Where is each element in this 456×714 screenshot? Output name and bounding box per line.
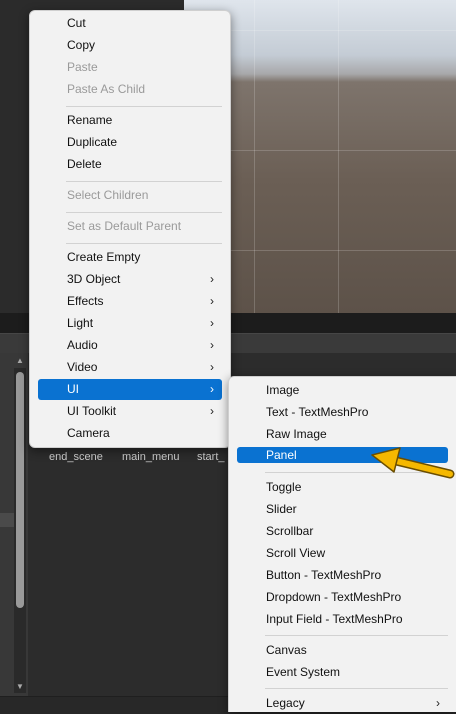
hierarchy-context-menu: Cut Copy Paste Paste As Child Rename Dup… xyxy=(29,10,231,448)
submenu-item-canvas[interactable]: Canvas xyxy=(237,640,448,661)
menu-item-3d-object[interactable]: 3D Object › xyxy=(38,269,222,290)
submenu-item-dropdown-textmeshpro[interactable]: Dropdown - TextMeshPro xyxy=(237,587,448,608)
menu-item-ui-toolkit[interactable]: UI Toolkit › xyxy=(38,401,222,422)
menu-item-label: Legacy xyxy=(266,696,305,710)
scrollbar-thumb[interactable] xyxy=(16,372,24,608)
chevron-right-icon: › xyxy=(210,404,214,418)
chevron-right-icon: › xyxy=(210,360,214,374)
menu-item-ui[interactable]: UI › xyxy=(38,379,222,400)
menu-item-video[interactable]: Video › xyxy=(38,357,222,378)
menu-separator xyxy=(66,243,222,244)
asset-label-main-menu[interactable]: main_menu xyxy=(122,451,179,463)
menu-separator xyxy=(265,688,448,689)
ui-submenu: Image Text - TextMeshPro Raw Image Panel… xyxy=(228,376,456,712)
chevron-right-icon: › xyxy=(210,338,214,352)
chevron-right-icon: › xyxy=(210,382,214,396)
menu-item-light[interactable]: Light › xyxy=(38,313,222,334)
grid-line xyxy=(338,0,339,313)
submenu-item-button-textmeshpro[interactable]: Button - TextMeshPro xyxy=(237,565,448,586)
submenu-item-slider[interactable]: Slider xyxy=(237,499,448,520)
grid-line xyxy=(254,0,255,313)
submenu-item-scroll-view[interactable]: Scroll View xyxy=(237,543,448,564)
menu-item-camera[interactable]: Camera xyxy=(38,423,222,444)
chevron-right-icon: › xyxy=(436,696,440,710)
menu-item-copy[interactable]: Copy xyxy=(38,35,222,56)
menu-item-label: Light xyxy=(67,316,94,330)
menu-separator xyxy=(265,635,448,636)
menu-item-cut[interactable]: Cut xyxy=(38,13,222,34)
menu-item-label: 3D Object xyxy=(67,272,121,286)
menu-item-label: UI Toolkit xyxy=(67,404,117,418)
asset-label-end-scene[interactable]: end_scene xyxy=(49,451,103,463)
menu-item-paste-as-child: Paste As Child xyxy=(67,82,146,96)
menu-item-duplicate[interactable]: Duplicate xyxy=(38,132,222,153)
menu-separator xyxy=(66,212,222,213)
menu-item-create-empty[interactable]: Create Empty xyxy=(38,247,222,268)
submenu-item-scrollbar[interactable]: Scrollbar xyxy=(237,521,448,542)
menu-item-label: Effects xyxy=(67,294,104,308)
menu-item-audio[interactable]: Audio › xyxy=(38,335,222,356)
chevron-right-icon: › xyxy=(210,316,214,330)
scroll-up-icon[interactable]: ▲ xyxy=(16,356,24,366)
submenu-item-image[interactable]: Image xyxy=(237,380,448,401)
chevron-right-icon: › xyxy=(210,294,214,308)
submenu-item-input-field-textmeshpro[interactable]: Input Field - TextMeshPro xyxy=(237,609,448,630)
annotation-arrow-icon xyxy=(371,447,455,479)
menu-item-select-children: Select Children xyxy=(67,188,149,202)
folder-selection-strip xyxy=(0,513,14,527)
menu-item-paste: Paste xyxy=(67,60,98,74)
submenu-item-text-textmeshpro[interactable]: Text - TextMeshPro xyxy=(237,402,448,423)
menu-item-set-default-parent: Set as Default Parent xyxy=(67,219,182,233)
menu-separator xyxy=(66,181,222,182)
menu-item-effects[interactable]: Effects › xyxy=(38,291,222,312)
asset-label-start[interactable]: start_ xyxy=(197,451,225,463)
submenu-item-legacy[interactable]: Legacy › xyxy=(237,693,448,714)
menu-item-label: Audio xyxy=(67,338,98,352)
submenu-item-raw-image[interactable]: Raw Image xyxy=(237,424,448,445)
scroll-down-icon[interactable]: ▼ xyxy=(16,682,24,692)
chevron-right-icon: › xyxy=(210,272,214,286)
submenu-item-event-system[interactable]: Event System xyxy=(237,662,448,683)
menu-item-rename[interactable]: Rename xyxy=(38,110,222,131)
menu-item-label: UI xyxy=(67,382,79,396)
menu-separator xyxy=(66,106,222,107)
menu-item-label: Video xyxy=(67,360,98,374)
menu-item-delete[interactable]: Delete xyxy=(38,154,222,175)
